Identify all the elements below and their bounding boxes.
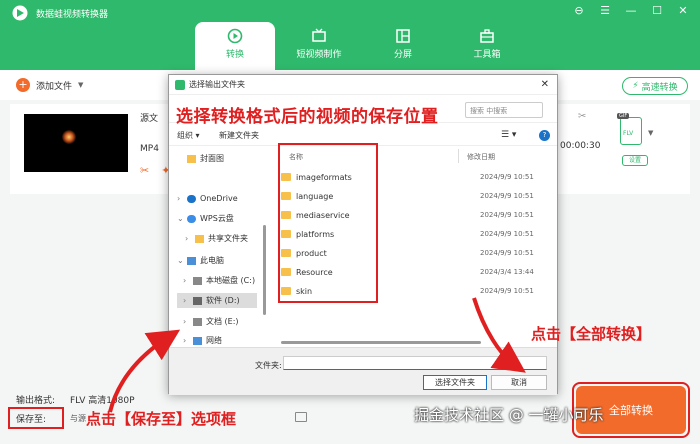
- plus-icon: +: [16, 78, 30, 92]
- tab-convert[interactable]: 转换: [195, 22, 275, 70]
- convert-icon: [227, 28, 243, 44]
- source-label: 源文: [140, 114, 159, 124]
- output-format-label: FLV: [623, 130, 634, 137]
- app-title: 数据蛙视频转换器: [36, 10, 109, 20]
- dialog-titlebar: 选择输出文件夹: [169, 75, 557, 95]
- nav-item-wps[interactable]: ⌄ WPS云盘: [177, 213, 234, 224]
- drive-icon: [193, 317, 202, 326]
- tab-split-screen[interactable]: 分屏: [363, 22, 443, 70]
- network-icon: [193, 336, 202, 345]
- drive-icon: [193, 276, 202, 285]
- output-format-value[interactable]: FLV 高清1080P: [70, 393, 135, 406]
- help-icon[interactable]: ?: [539, 130, 550, 141]
- select-folder-button[interactable]: 选择文件夹: [423, 375, 487, 390]
- trim-icon[interactable]: ✂: [578, 111, 586, 122]
- column-date[interactable]: 修改日期: [467, 152, 495, 162]
- toolbox-icon: [480, 29, 494, 43]
- file-tools: ✂ ✦: [140, 164, 170, 177]
- folder-input[interactable]: [283, 356, 547, 370]
- source-format: MP4: [140, 144, 159, 154]
- nav-item-drive-e[interactable]: › 文档 (E:): [183, 316, 239, 327]
- duration: 00:00:30: [560, 141, 601, 151]
- save-to-value[interactable]: 与源: [70, 413, 86, 424]
- dialog-app-icon: [175, 79, 185, 90]
- annotation-save-to: 点击【保存至】选项框: [86, 410, 237, 428]
- main-tabs: 转换 短视频制作 分屏 工具箱: [195, 22, 531, 70]
- cloud-icon: [187, 194, 196, 203]
- menu-icon[interactable]: ☰: [598, 4, 612, 17]
- computer-icon: [187, 256, 196, 265]
- folder-list-highlight: [278, 143, 378, 303]
- video-thumbnail[interactable]: [24, 114, 128, 172]
- output-format-icon[interactable]: GIF FLV: [617, 113, 642, 145]
- annotation-save-location: 选择转换格式后的视频的保存位置: [176, 102, 439, 127]
- minimize-icon[interactable]: —: [624, 4, 638, 17]
- add-file-button[interactable]: + 添加文件 ▼: [16, 78, 83, 92]
- open-folder-icon[interactable]: [295, 412, 307, 422]
- speed-convert-button[interactable]: ⚡ 高速转换: [622, 77, 688, 95]
- nav-item-drive-d[interactable]: › 软件 (D:): [177, 293, 257, 308]
- search-input[interactable]: 搜索 中搜索: [465, 102, 543, 118]
- nav-item-this-pc[interactable]: ⌄ 此电脑: [177, 255, 224, 266]
- new-folder-button[interactable]: 新建文件夹: [219, 130, 259, 141]
- cloud-icon: [187, 214, 196, 223]
- dialog-title: 选择输出文件夹: [189, 80, 245, 89]
- window-controls: ⊖ ☰ — ☐ ✕: [572, 4, 690, 17]
- view-options-icon[interactable]: ☰ ▾: [501, 130, 516, 140]
- nav-item-drive-c[interactable]: › 本地磁盘 (C:): [183, 275, 255, 286]
- organize-menu[interactable]: 组织 ▾: [177, 130, 200, 141]
- annotation-convert-all: 点击【全部转换】: [531, 325, 652, 343]
- nav-scrollbar[interactable]: [263, 225, 266, 315]
- lightning-icon: ⚡: [632, 81, 639, 91]
- tab-short-video[interactable]: 短视频制作: [279, 22, 359, 70]
- settings-button[interactable]: 设置: [622, 155, 648, 166]
- gif-badge: GIF: [617, 113, 630, 119]
- short-video-icon: [312, 28, 326, 42]
- dialog-close-icon[interactable]: ✕: [541, 79, 549, 90]
- folder-icon: [187, 154, 196, 163]
- nav-item-onedrive[interactable]: › OneDrive: [177, 194, 238, 203]
- split-screen-icon: [396, 29, 410, 43]
- cancel-button[interactable]: 取消: [491, 375, 547, 390]
- tab-toolbox[interactable]: 工具箱: [447, 22, 527, 70]
- nav-item-cover[interactable]: 封面图: [187, 153, 224, 164]
- nav-item-shared[interactable]: › 共享文件夹: [185, 233, 248, 244]
- watermark: 掘金技术社区 @ 一罐小可乐: [414, 406, 604, 424]
- folder-icon: [195, 234, 204, 243]
- maximize-icon[interactable]: ☐: [650, 4, 664, 17]
- drive-icon: [193, 296, 202, 305]
- chevron-down-icon: ▼: [78, 81, 84, 89]
- output-format-label: 输出格式:: [16, 396, 56, 406]
- close-icon[interactable]: ✕: [676, 4, 690, 17]
- app-logo-icon: [12, 5, 28, 21]
- nav-item-network[interactable]: › 网络: [183, 335, 222, 346]
- feedback-icon[interactable]: ⊖: [572, 4, 586, 17]
- files-hscrollbar[interactable]: [281, 341, 481, 344]
- format-chevron-icon[interactable]: ▼: [648, 129, 653, 137]
- cut-icon[interactable]: ✂: [140, 164, 149, 177]
- folder-label: 文件夹:: [255, 361, 282, 370]
- save-to-highlight: [8, 407, 64, 429]
